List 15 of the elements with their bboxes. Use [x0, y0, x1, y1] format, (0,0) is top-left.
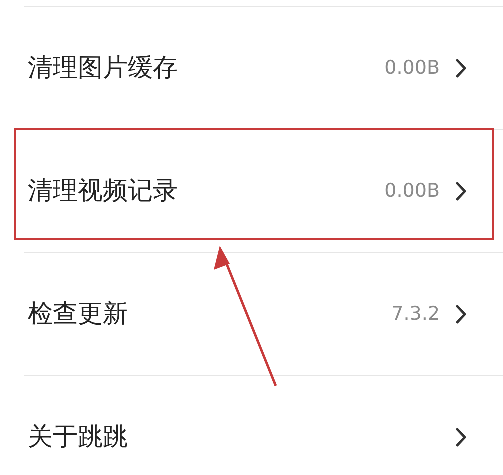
chevron-right-icon	[456, 182, 467, 200]
chevron-right-icon	[456, 428, 467, 446]
row-label: 检查更新	[28, 298, 129, 330]
row-label: 清理视频记录	[28, 175, 179, 208]
chevron-right-icon	[456, 304, 467, 324]
settings-row[interactable]: 检查更新 7.3.2	[24, 253, 503, 375]
row-value: 7.3.2	[392, 302, 440, 327]
settings-row[interactable]: 清理视频记录 0.00B	[24, 130, 503, 252]
settings-row[interactable]: 关于跳跳	[24, 376, 503, 475]
settings-row[interactable]: 清理图片缓存 0.00B	[24, 7, 503, 129]
row-value: 0.00B	[384, 178, 440, 204]
chevron-right-icon	[456, 58, 467, 78]
row-value: 0.00B	[384, 56, 440, 81]
row-label: 清理图片缓存	[28, 52, 179, 84]
row-label: 关于跳跳	[28, 421, 129, 454]
